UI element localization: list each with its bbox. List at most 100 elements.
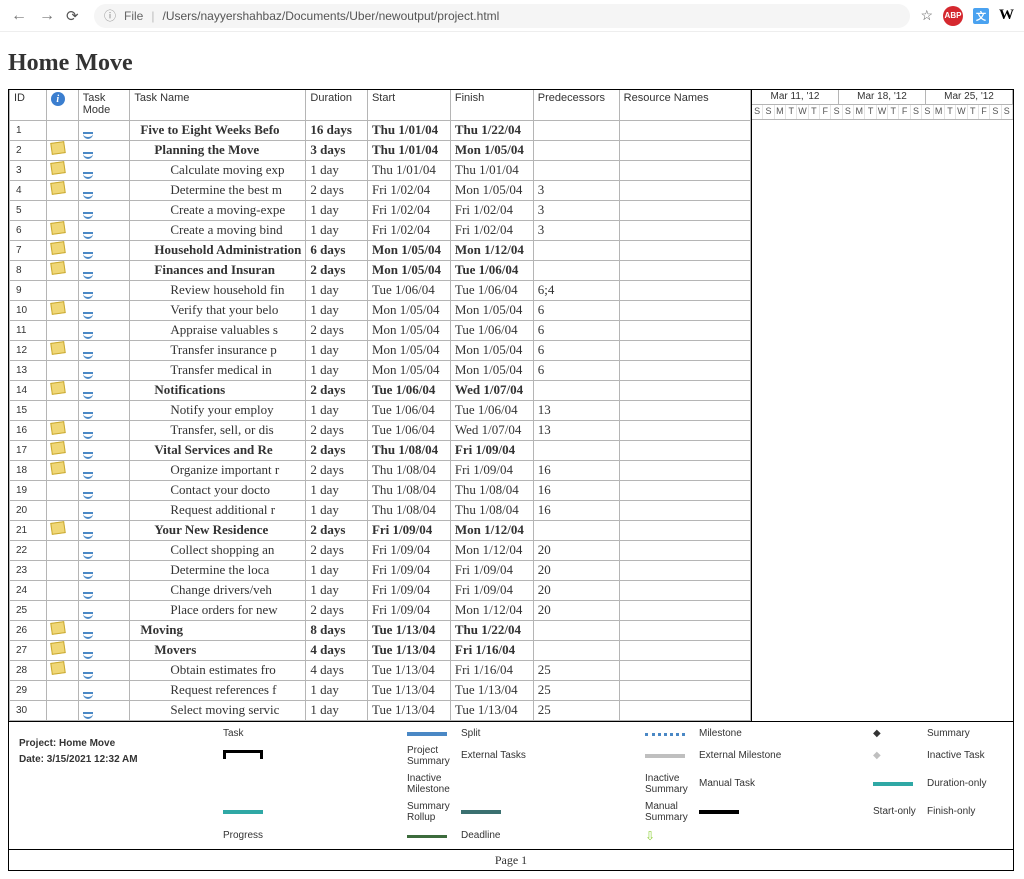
table-row[interactable]: 2Planning the Move3 daysThu 1/01/04Mon 1…: [10, 140, 751, 160]
cell-predecessors: [533, 640, 619, 660]
header-info[interactable]: i: [46, 90, 78, 120]
cell-id: 3: [10, 160, 47, 180]
cell-id: 15: [10, 400, 47, 420]
table-row[interactable]: 4Determine the best m2 daysFri 1/02/04Mo…: [10, 180, 751, 200]
timeline-day: S: [1002, 105, 1013, 119]
cell-id: 22: [10, 540, 47, 560]
header-resource-names[interactable]: Resource Names: [619, 90, 750, 120]
cell-id: 27: [10, 640, 47, 660]
taskmode-icon: [83, 172, 93, 179]
cell-taskmode: [78, 220, 130, 240]
table-row[interactable]: 19Contact your docto1 dayThu 1/08/04Thu …: [10, 480, 751, 500]
table-row[interactable]: 14Notifications2 daysTue 1/06/04Wed 1/07…: [10, 380, 751, 400]
table-row[interactable]: 11Appraise valuables s2 daysMon 1/05/04T…: [10, 320, 751, 340]
table-row[interactable]: 8Finances and Insuran2 daysMon 1/05/04Tu…: [10, 260, 751, 280]
cell-predecessors: 20: [533, 540, 619, 560]
page-footer: Page 1: [9, 849, 1013, 870]
table-row[interactable]: 17Vital Services and Re2 daysThu 1/08/04…: [10, 440, 751, 460]
reload-button[interactable]: ⟳: [66, 7, 84, 25]
table-row[interactable]: 12Transfer insurance p1 dayMon 1/05/04Mo…: [10, 340, 751, 360]
table-row[interactable]: 5Create a moving-expe1 dayFri 1/02/04Fri…: [10, 200, 751, 220]
extension-abp-icon[interactable]: ABP: [943, 6, 963, 26]
table-row[interactable]: 28Obtain estimates fro4 daysTue 1/13/04F…: [10, 660, 751, 680]
legend-duronly-swatch: [223, 806, 403, 817]
back-button[interactable]: ←: [10, 7, 28, 25]
cell-predecessors: 3: [533, 220, 619, 240]
cell-taskname: Select moving servic: [130, 700, 306, 720]
forward-button[interactable]: →: [38, 7, 56, 25]
cell-finish: Thu 1/22/04: [450, 120, 533, 140]
cell-finish: Tue 1/06/04: [450, 400, 533, 420]
table-row[interactable]: 3Calculate moving exp1 dayThu 1/01/04Thu…: [10, 160, 751, 180]
legend-finishonly-label: Finish-only: [927, 806, 1024, 817]
header-finish[interactable]: Finish: [450, 90, 533, 120]
table-row[interactable]: 13Transfer medical in1 dayMon 1/05/04Mon…: [10, 360, 751, 380]
cell-predecessors: 25: [533, 660, 619, 680]
cell-duration: 2 days: [306, 180, 368, 200]
cell-info: [46, 280, 78, 300]
table-row[interactable]: 27Movers4 daysTue 1/13/04Fri 1/16/04: [10, 640, 751, 660]
cell-start: Mon 1/05/04: [367, 300, 450, 320]
table-row[interactable]: 22Collect shopping an2 daysFri 1/09/04Mo…: [10, 540, 751, 560]
table-row[interactable]: 26Moving8 daysTue 1/13/04Thu 1/22/04: [10, 620, 751, 640]
table-row[interactable]: 7Household Administration6 daysMon 1/05/…: [10, 240, 751, 260]
note-icon: [50, 221, 66, 235]
table-row[interactable]: 1Five to Eight Weeks Befo16 daysThu 1/01…: [10, 120, 751, 140]
header-duration[interactable]: Duration: [306, 90, 368, 120]
legend-milestone-label: Milestone: [699, 728, 869, 739]
table-row[interactable]: 9Review household fin1 dayTue 1/06/04Tue…: [10, 280, 751, 300]
cell-resources: [619, 620, 750, 640]
cell-resources: [619, 140, 750, 160]
cell-start: Thu 1/08/04: [367, 480, 450, 500]
cell-duration: 16 days: [306, 120, 368, 140]
cell-predecessors: [533, 440, 619, 460]
table-row[interactable]: 29Request references f1 dayTue 1/13/04Tu…: [10, 680, 751, 700]
cell-start: Thu 1/01/04: [367, 120, 450, 140]
cell-finish: Tue 1/06/04: [450, 320, 533, 340]
cell-start: Mon 1/05/04: [367, 260, 450, 280]
timeline-day: S: [990, 105, 1001, 119]
table-row[interactable]: 18Organize important r2 daysThu 1/08/04F…: [10, 460, 751, 480]
cell-resources: [619, 200, 750, 220]
extension-w-icon[interactable]: W: [999, 7, 1014, 24]
header-id[interactable]: ID: [10, 90, 47, 120]
cell-id: 9: [10, 280, 47, 300]
header-start[interactable]: Start: [367, 90, 450, 120]
taskmode-icon: [83, 632, 93, 639]
cell-taskname: Obtain estimates fro: [130, 660, 306, 680]
cell-start: Tue 1/06/04: [367, 400, 450, 420]
cell-start: Fri 1/09/04: [367, 600, 450, 620]
cell-id: 5: [10, 200, 47, 220]
table-row[interactable]: 21Your New Residence2 daysFri 1/09/04Mon…: [10, 520, 751, 540]
table-row[interactable]: 16Transfer, sell, or dis2 daysTue 1/06/0…: [10, 420, 751, 440]
cell-finish: Thu 1/01/04: [450, 160, 533, 180]
cell-resources: [619, 660, 750, 680]
table-row[interactable]: 10Verify that your belo1 dayMon 1/05/04M…: [10, 300, 751, 320]
table-row[interactable]: 15Notify your employ1 dayTue 1/06/04Tue …: [10, 400, 751, 420]
cell-info: [46, 700, 78, 720]
extension-translate-icon[interactable]: 文: [973, 8, 989, 24]
table-row[interactable]: 23Determine the loca1 dayFri 1/09/04Fri …: [10, 560, 751, 580]
address-bar[interactable]: ⓘ File | /Users/nayyershahbaz/Documents/…: [94, 4, 910, 28]
table-row[interactable]: 20Request additional r1 dayThu 1/08/04Th…: [10, 500, 751, 520]
cell-duration: 1 day: [306, 360, 368, 380]
table-row[interactable]: 6Create a moving bind1 dayFri 1/02/04Fri…: [10, 220, 751, 240]
cell-finish: Mon 1/05/04: [450, 140, 533, 160]
cell-predecessors: 13: [533, 420, 619, 440]
table-row[interactable]: 24Change drivers/veh1 dayFri 1/09/04Fri …: [10, 580, 751, 600]
table-row[interactable]: 25Place orders for new2 daysFri 1/09/04M…: [10, 600, 751, 620]
cell-taskmode: [78, 540, 130, 560]
cell-taskname: Movers: [130, 640, 306, 660]
cell-resources: [619, 360, 750, 380]
cell-start: Tue 1/13/04: [367, 660, 450, 680]
note-icon: [50, 421, 66, 435]
table-row[interactable]: 30Select moving servic1 dayTue 1/13/04Tu…: [10, 700, 751, 720]
header-predecessors[interactable]: Predecessors: [533, 90, 619, 120]
header-task-mode[interactable]: Task Mode: [78, 90, 130, 120]
cell-id: 23: [10, 560, 47, 580]
header-task-name[interactable]: Task Name: [130, 90, 306, 120]
project-report-frame: ID i Task Mode Task Name Duration Start …: [8, 89, 1014, 871]
cell-predecessors: 3: [533, 200, 619, 220]
bookmark-star-icon[interactable]: ☆: [920, 7, 933, 24]
cell-predecessors: 16: [533, 460, 619, 480]
